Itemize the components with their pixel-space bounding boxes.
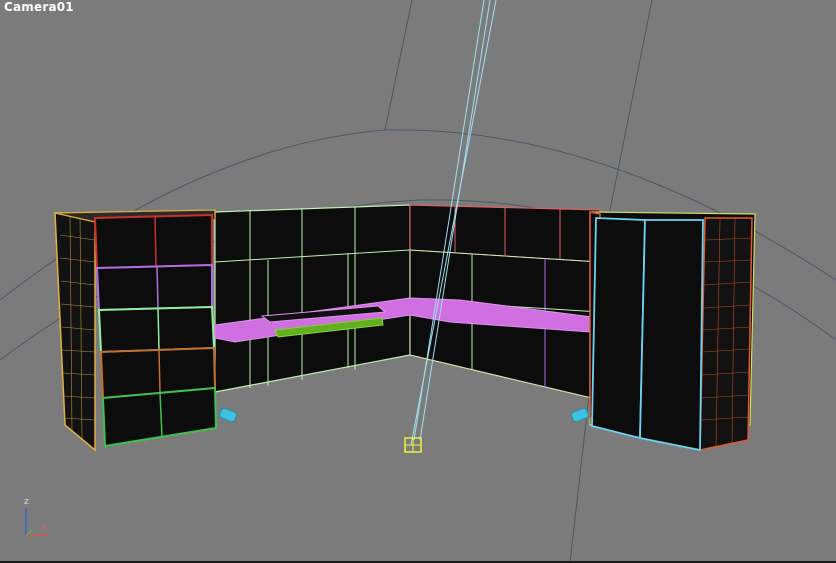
viewport-label[interactable]: Camera01 [4, 0, 74, 14]
axis-z-label: z [24, 497, 29, 507]
camera-viewport[interactable]: Camera01 z x [0, 0, 836, 563]
back-wall-left [214, 204, 411, 393]
left-cabinet [54, 209, 218, 452]
3d-scene[interactable] [0, 0, 836, 563]
grid-line [609, 0, 653, 211]
grid-line [384, 0, 413, 131]
axis-tripod: z x [18, 498, 58, 540]
axis-x-label: x [42, 523, 48, 533]
right-cabinet [589, 211, 756, 452]
cabinet-feet [219, 407, 589, 423]
